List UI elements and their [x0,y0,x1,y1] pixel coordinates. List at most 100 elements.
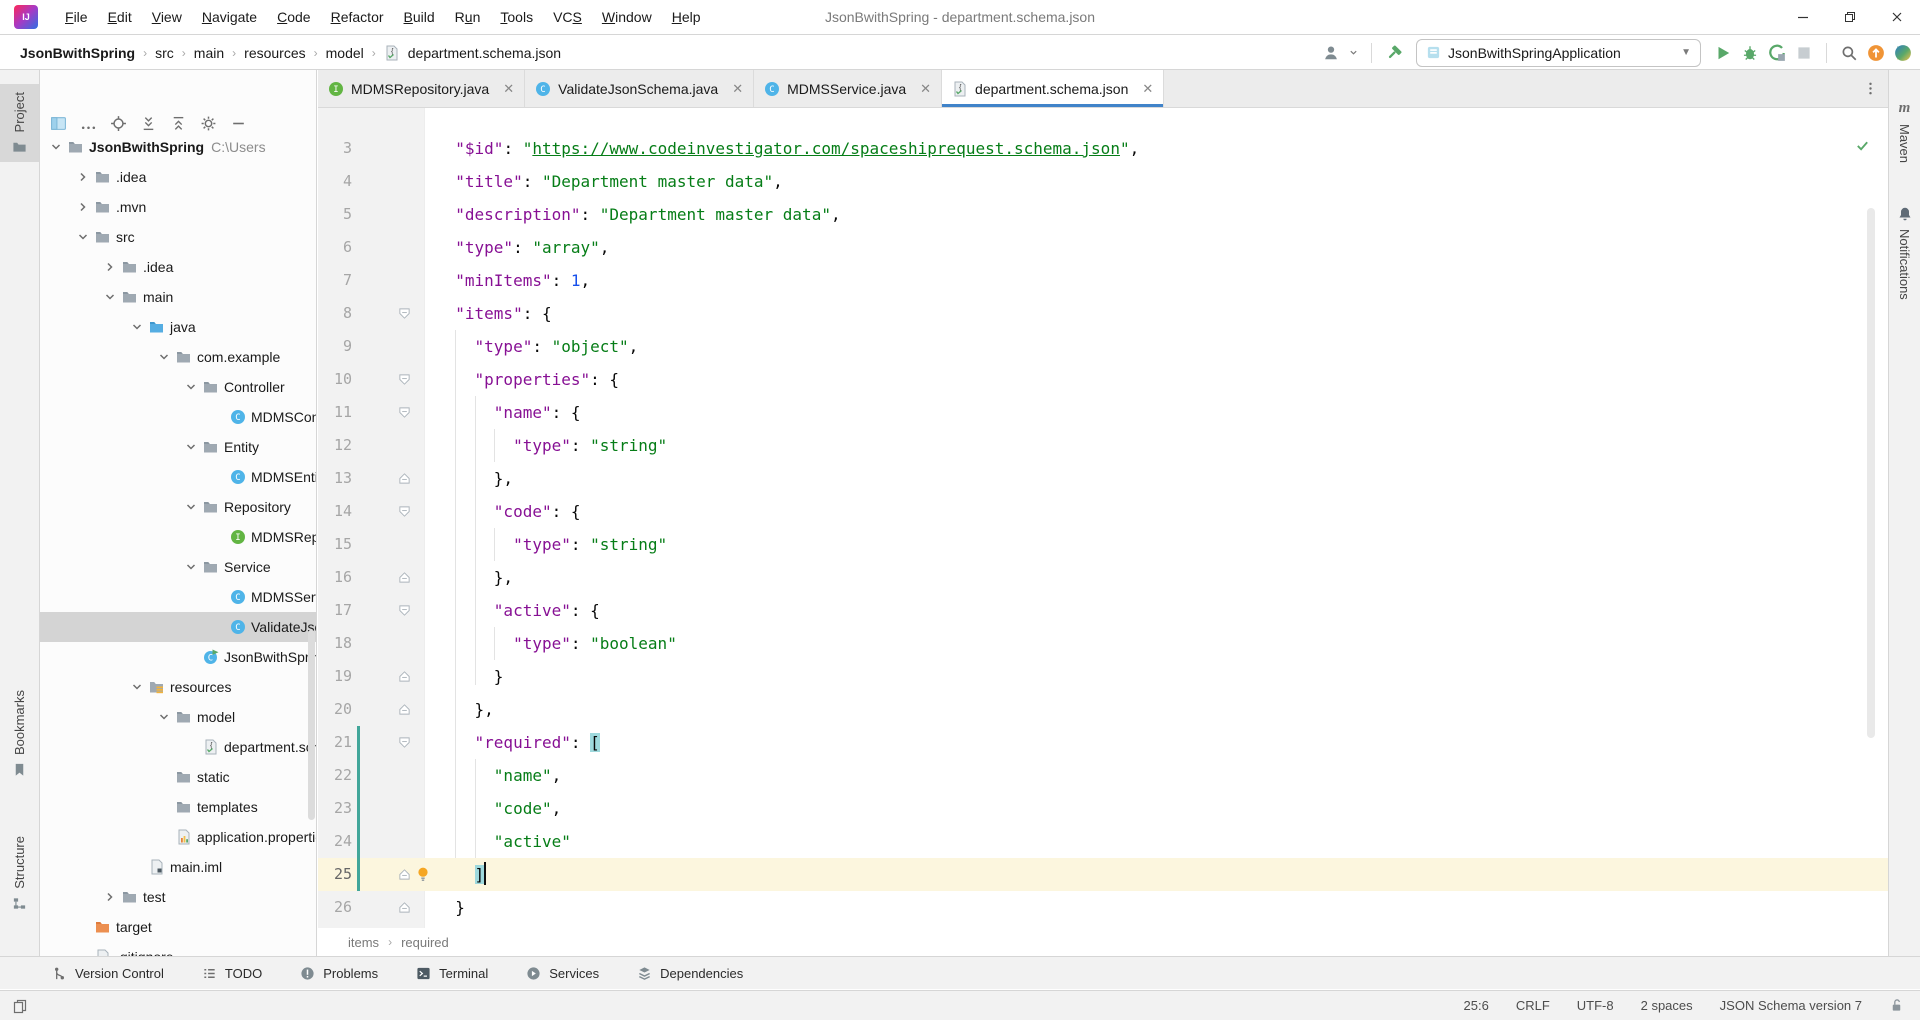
fold-up-icon[interactable] [398,868,411,881]
run-configuration-select[interactable]: JsonBwithSpringApplication ▼ [1416,39,1701,67]
tree-item-test[interactable]: test [40,882,316,912]
inspections-ok-icon[interactable] [1855,138,1870,153]
tool-button-terminal[interactable]: Terminal [416,966,488,981]
breadcrumb-item[interactable]: src [155,45,174,61]
breadcrumb-item[interactable]: department.schema.json [408,45,561,61]
chevron-down-icon[interactable] [156,709,173,725]
chevron-right-icon[interactable] [75,199,92,215]
stripe-item-project[interactable]: Project [0,84,39,162]
tree-item-MDMSService[interactable]: CMDMSService [40,582,316,612]
background-tasks-icon[interactable] [12,998,28,1014]
chevron-right-icon[interactable] [75,169,92,185]
tree-item-main[interactable]: main [40,282,316,312]
menu-item-navigate[interactable]: Navigate [192,5,267,29]
stop-button[interactable] [1795,44,1813,62]
fold-down-icon[interactable] [398,406,411,419]
status-indent[interactable]: 2 spaces [1641,998,1693,1013]
minimize-button[interactable] [1779,0,1826,34]
tab-MDMSService.java[interactable]: CMDMSService.java✕ [754,70,942,107]
tree-item-src[interactable]: src [40,222,316,252]
menu-item-refactor[interactable]: Refactor [321,5,394,29]
menu-item-help[interactable]: Help [662,5,711,29]
menu-item-edit[interactable]: Edit [98,5,142,29]
menu-item-view[interactable]: View [142,5,192,29]
tree-item-JsonBwithSpringApplication[interactable]: CJsonBwithSpringApplication [40,642,316,672]
fold-down-icon[interactable] [398,736,411,749]
user-icon[interactable] [1322,44,1340,62]
chevron-down-icon[interactable] [48,139,65,155]
chevron-down-icon[interactable] [102,289,119,305]
status-caret-position[interactable]: 25:6 [1464,998,1489,1013]
tree-item-Entity[interactable]: Entity [40,432,316,462]
stripe-item-maven[interactable]: mMaven [1889,92,1920,171]
tool-button-services[interactable]: Services [526,966,599,981]
menu-item-window[interactable]: Window [592,5,662,29]
expand-all-icon[interactable] [140,115,157,132]
tab-close-icon[interactable]: ✕ [732,81,743,97]
tree-item-.gitignore[interactable]: .gitignore [40,942,316,956]
hide-icon[interactable] [230,115,247,132]
status-schema[interactable]: JSON Schema version 7 [1720,998,1862,1013]
close-button[interactable] [1873,0,1920,34]
tree-item-target[interactable]: target [40,912,316,942]
tool-button-dependencies[interactable]: Dependencies [637,966,743,981]
search-everywhere-icon[interactable] [1840,44,1858,62]
menu-item-file[interactable]: File [55,5,98,29]
tree-item-.mvn[interactable]: .mvn [40,192,316,222]
tree-item-main.iml[interactable]: main.iml [40,852,316,882]
restore-button[interactable] [1826,0,1873,34]
tree-item-.idea[interactable]: .idea [40,162,316,192]
panel-view-icon[interactable] [50,115,67,132]
menu-item-run[interactable]: Run [445,5,491,29]
intention-bulb-icon[interactable] [415,866,431,882]
chevron-down-icon[interactable] [75,229,92,245]
chevron-right-icon[interactable] [102,259,119,275]
editor-breadcrumb-item[interactable]: items [348,935,379,950]
tree-item-com.example[interactable]: com.example [40,342,316,372]
tree-item-MDMSRepository[interactable]: IMDMSRepository [40,522,316,552]
editor-breadcrumb-item[interactable]: required [401,935,449,950]
tab-close-icon[interactable]: ✕ [503,81,514,97]
build-hammer-icon[interactable] [1385,44,1403,62]
gradient-sphere-icon[interactable] [1894,44,1912,62]
breadcrumb-item[interactable]: main [194,45,224,61]
chevron-down-icon[interactable] [129,679,146,695]
tree-item-MDMSController[interactable]: CMDMSController [40,402,316,432]
unlocked-icon[interactable] [1889,998,1904,1013]
tree-item-MDMSEntity[interactable]: CMDMSEntity [40,462,316,492]
tree-item-resources[interactable]: resources [40,672,316,702]
tab-close-icon[interactable]: ✕ [920,81,931,97]
tree-item-templates[interactable]: templates [40,792,316,822]
breadcrumb-item[interactable]: resources [244,45,305,61]
chevron-down-icon[interactable] [129,319,146,335]
stripe-item-structure[interactable]: Structure [0,828,39,919]
breadcrumb-item[interactable]: model [326,45,364,61]
tab-department.schema.json[interactable]: {department.schema.json✕ [942,70,1164,107]
fold-up-icon[interactable] [398,571,411,584]
chevron-right-icon[interactable] [102,889,119,905]
debug-button[interactable] [1741,44,1759,62]
tree-item-Service[interactable]: Service [40,552,316,582]
stripe-item-bookmarks[interactable]: Bookmarks [0,682,39,785]
tree-item-model[interactable]: model [40,702,316,732]
tool-button-todo[interactable]: TODO [202,966,262,981]
fold-down-icon[interactable] [398,307,411,320]
fold-down-icon[interactable] [398,373,411,386]
stripe-item-notifications[interactable]: Notifications [1889,198,1920,308]
menu-item-vcs[interactable]: VCS [543,5,592,29]
breadcrumb-item[interactable]: JsonBwithSpring [20,45,135,61]
chevron-down-icon[interactable] [183,439,200,455]
status-line-separator[interactable]: CRLF [1516,998,1550,1013]
fold-down-icon[interactable] [398,604,411,617]
editor-scrollbar[interactable] [1867,208,1875,738]
tree-item-ValidateJsonSchema[interactable]: CValidateJsonSchema [40,612,316,642]
chevron-down-icon[interactable] [183,559,200,575]
tool-button-version-control[interactable]: Version Control [52,966,164,981]
tree-item-Repository[interactable]: Repository [40,492,316,522]
chevron-down-icon[interactable] [183,499,200,515]
tool-button-problems[interactable]: Problems [300,966,378,981]
fold-up-icon[interactable] [398,901,411,914]
run-button[interactable] [1714,44,1732,62]
tree-item-.idea[interactable]: .idea [40,252,316,282]
tree-item-department.schema.json[interactable]: {department.schema.json [40,732,316,762]
